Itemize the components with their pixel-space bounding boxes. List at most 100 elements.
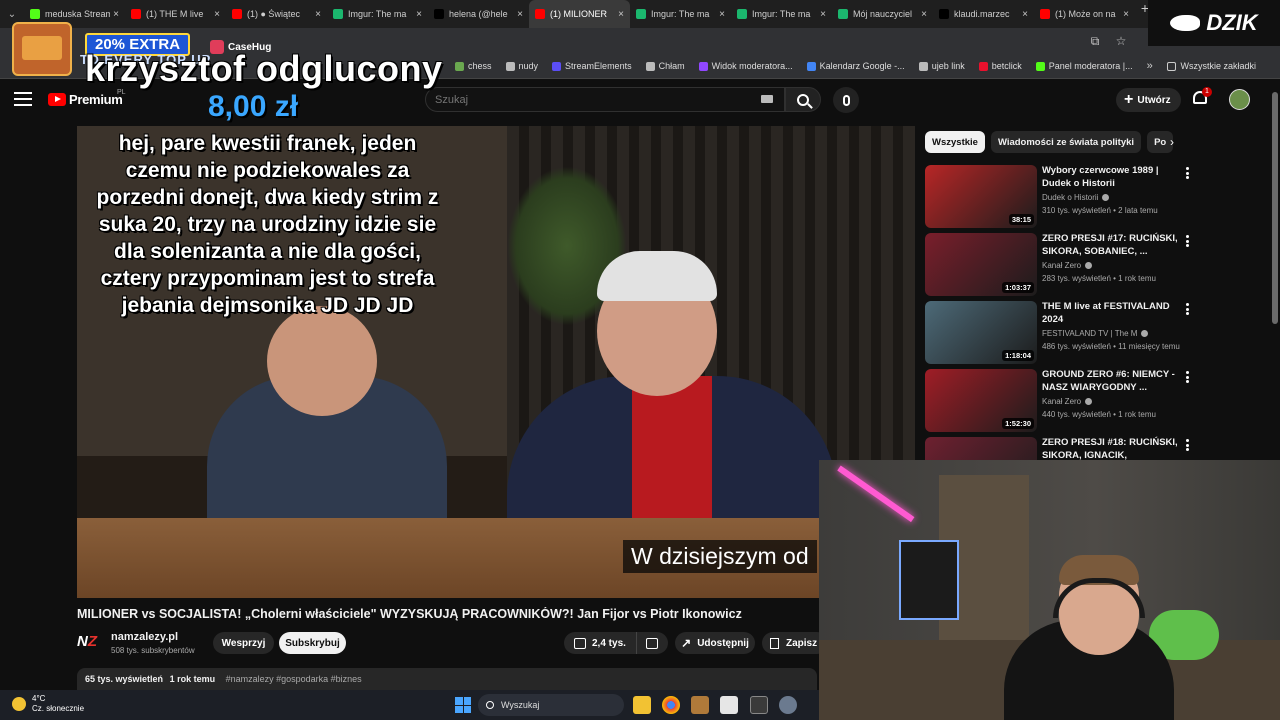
video-thumbnail[interactable]: 1:18:04: [925, 301, 1037, 364]
tab-favicon-icon: [838, 9, 848, 19]
like-button[interactable]: 2,4 tys.: [564, 632, 637, 654]
bookmark-item[interactable]: Widok moderatora...: [698, 61, 793, 71]
avatar[interactable]: [1229, 89, 1250, 110]
tab-favicon-icon: [131, 9, 141, 19]
temperature: 4°C: [32, 694, 46, 703]
recommended-video[interactable]: 1:18:04 THE M live at FESTIVALAND 2024 FES…: [925, 301, 1195, 365]
notifications-button[interactable]: 1: [1193, 87, 1212, 107]
brand-logo: DZIK: [1148, 0, 1280, 46]
subscribe-button[interactable]: Subskrybuj: [279, 632, 346, 654]
tab-close-icon[interactable]: ×: [214, 9, 220, 20]
hashtags[interactable]: #namzalezy #gospodarka #biznes: [226, 674, 362, 684]
more-options-icon[interactable]: [1185, 235, 1189, 247]
recommended-title[interactable]: GROUND ZERO #6: NIEMCY - NASZ WIARYGODNY…: [1042, 369, 1180, 394]
taskbar-search[interactable]: Wyszukaj: [478, 694, 624, 716]
file-explorer-icon[interactable]: [633, 696, 651, 714]
menu-icon[interactable]: [14, 92, 32, 106]
support-button[interactable]: Wesprzyj: [213, 632, 274, 654]
browser-tab[interactable]: (1) Może on na ×: [1034, 0, 1135, 28]
search-input[interactable]: [425, 87, 785, 112]
recommended-channel[interactable]: FESTIVALAND TV | The M: [1042, 329, 1149, 338]
weather-widget[interactable]: 4°C Cz. słonecznie: [12, 694, 84, 714]
recommended-video[interactable]: 1:03:37 ZERO PRESJI #17: RUCIŃSKI, SIKORA…: [925, 233, 1195, 297]
tab-favicon-icon: [333, 9, 343, 19]
browser-tab[interactable]: Imgur: The ma ×: [731, 0, 832, 28]
install-app-icon[interactable]: ⧉: [1086, 32, 1104, 50]
recommended-channel-name: FESTIVALAND TV | The M: [1042, 329, 1138, 338]
app-icon[interactable]: [691, 696, 709, 714]
browser-tab[interactable]: (1) THE M live ×: [125, 0, 226, 28]
more-options-icon[interactable]: [1185, 439, 1189, 451]
recommended-title[interactable]: THE M live at FESTIVALAND 2024: [1042, 301, 1180, 326]
tab-title: (1) ● Świątec: [247, 9, 300, 19]
tab-close-icon[interactable]: ×: [315, 9, 321, 20]
video-person-right-hair: [597, 251, 717, 301]
tab-close-icon[interactable]: ×: [820, 9, 826, 20]
chrome-icon[interactable]: [662, 696, 680, 714]
app-icon[interactable]: [720, 696, 738, 714]
settings-icon[interactable]: [779, 696, 797, 714]
voice-search-button[interactable]: [833, 87, 859, 113]
search-button[interactable]: [785, 87, 821, 112]
youtube-logo[interactable]: Premium: [48, 92, 123, 107]
browser-tab[interactable]: helena (@hele ×: [428, 0, 529, 28]
share-button[interactable]: ↗ Udostępnij: [675, 632, 755, 654]
more-options-icon[interactable]: [1185, 371, 1189, 383]
app-icon[interactable]: [750, 696, 768, 714]
notification-badge: 1: [1202, 87, 1212, 97]
recommended-video[interactable]: 1:52:30 GROUND ZERO #6: NIEMCY - NASZ WIA…: [925, 369, 1195, 433]
channel-name[interactable]: namzalezy.pl: [111, 631, 178, 643]
tab-close-icon[interactable]: ×: [1022, 9, 1028, 20]
more-options-icon[interactable]: [1185, 167, 1189, 179]
recommended-channel[interactable]: Dudek o Historii: [1042, 193, 1110, 202]
more-options-icon[interactable]: [1185, 303, 1189, 315]
recommended-channel-name: Kanał Zero: [1042, 261, 1082, 270]
bookmark-item[interactable]: betclick: [978, 61, 1022, 71]
bookmark-item[interactable]: Kalendarz Google -...: [806, 61, 905, 71]
bookmark-item[interactable]: Chłam: [645, 61, 685, 71]
tab-close-icon[interactable]: ×: [416, 9, 422, 20]
bookmark-item[interactable]: Panel moderatora |...: [1035, 61, 1133, 71]
dislike-button[interactable]: [637, 637, 668, 649]
chevron-right-icon[interactable]: ›: [1170, 135, 1174, 149]
browser-tab[interactable]: Mój nauczyciel ×: [832, 0, 933, 28]
browser-tab[interactable]: Imgur: The ma ×: [630, 0, 731, 28]
keyboard-icon[interactable]: [761, 95, 773, 103]
video-thumbnail[interactable]: 38:15: [925, 165, 1037, 228]
bookmarks-more-icon[interactable]: »: [1147, 60, 1153, 72]
browser-tab[interactable]: (1) ● Świątec ×: [226, 0, 327, 28]
scrollbar[interactable]: [1272, 92, 1278, 324]
all-bookmarks[interactable]: Wszystkie zakładki: [1167, 61, 1256, 71]
save-icon: [770, 637, 779, 649]
video-thumbnail[interactable]: 1:52:30: [925, 369, 1037, 432]
tab-close-icon[interactable]: ×: [113, 9, 119, 20]
tab-title: Imgur: The ma: [651, 9, 710, 19]
tab-close-icon[interactable]: ×: [1123, 9, 1129, 20]
browser-tab[interactable]: klaudi.marzec ×: [933, 0, 1034, 28]
recommended-channel[interactable]: Kanał Zero: [1042, 261, 1093, 270]
bookmark-item[interactable]: ujeb link: [918, 61, 965, 71]
recommended-title[interactable]: ZERO PRESJI #17: RUCIŃSKI, SIKORA, SOBAN…: [1042, 233, 1180, 258]
tab-close-icon[interactable]: ×: [517, 9, 523, 20]
windows-start-icon[interactable]: [455, 697, 471, 713]
tab-close-icon[interactable]: ×: [719, 9, 725, 20]
bookmark-item[interactable]: nudy: [505, 61, 538, 71]
filter-chip[interactable]: Wszystkie: [925, 131, 985, 153]
recommended-title[interactable]: Wybory czerwcowe 1989 | Dudek o Historii: [1042, 165, 1180, 190]
filter-chip[interactable]: Wiadomości ze świata polityki: [990, 131, 1142, 153]
bookmark-star-icon[interactable]: ☆: [1112, 32, 1130, 50]
video-duration: 38:15: [1008, 214, 1034, 225]
recommended-channel[interactable]: Kanał Zero: [1042, 397, 1093, 406]
tab-close-icon[interactable]: ×: [921, 9, 927, 20]
bookmark-item[interactable]: StreamElements: [552, 61, 632, 71]
browser-tab[interactable]: Imgur: The ma ×: [327, 0, 428, 28]
recommended-video[interactable]: 38:15 Wybory czerwcowe 1989 | Dudek o His…: [925, 165, 1195, 229]
create-button[interactable]: + Utwórz: [1116, 88, 1181, 112]
bookmark-item[interactable]: chess: [455, 61, 492, 71]
channel-logo[interactable]: NZ: [77, 633, 103, 653]
video-thumbnail[interactable]: 1:03:37: [925, 233, 1037, 296]
boar-icon: [1170, 15, 1201, 31]
donation-chest-icon: [12, 22, 72, 76]
tab-close-icon[interactable]: ×: [618, 9, 624, 20]
browser-tab[interactable]: (1) MILIONER ×: [529, 0, 630, 28]
